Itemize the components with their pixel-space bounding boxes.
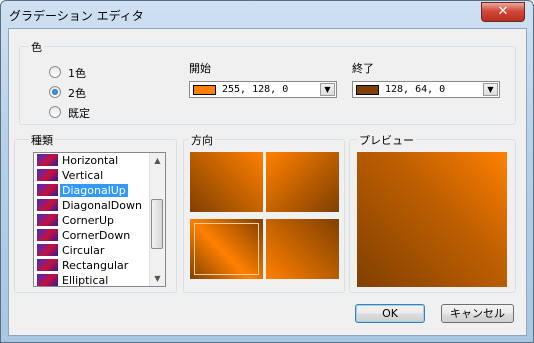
chevron-down-icon[interactable]: ▼ — [320, 83, 335, 96]
gradient-type-list[interactable]: Horizontal Vertical DiagonalUp DiagonalD… — [33, 152, 166, 287]
scrollbar-thumb[interactable] — [151, 199, 163, 249]
gradient-icon — [37, 154, 58, 166]
scroll-down-arrow-icon[interactable]: ▼ — [150, 271, 165, 286]
preview-group-label: プレビュー — [357, 132, 416, 148]
gradient-icon — [37, 229, 58, 241]
gradient-icon — [37, 244, 58, 256]
cancel-button[interactable]: キャンセル — [441, 304, 514, 323]
dialog-window: グラデーション エディタ ✕ 色 1色 2色 既定 開始 255, 128, 0… — [0, 0, 534, 343]
title-bar[interactable]: グラデーション エディタ ✕ — [1, 1, 533, 27]
kind-group-label: 種類 — [29, 132, 55, 148]
window-title: グラデーション エディタ — [9, 9, 144, 23]
close-icon: ✕ — [497, 4, 509, 19]
radio-default[interactable] — [49, 106, 61, 118]
list-item[interactable]: CornerUp — [35, 213, 151, 228]
gradient-icon — [37, 169, 58, 181]
ok-button[interactable]: OK — [355, 304, 425, 323]
end-color-value: 128, 64, 0 — [385, 84, 446, 95]
radio-one-color[interactable] — [49, 66, 61, 78]
direction-option-bottom-right[interactable] — [266, 219, 339, 279]
start-color-label: 開始 — [189, 62, 211, 75]
end-color-label: 終了 — [352, 62, 374, 75]
list-item[interactable]: Circular — [35, 243, 151, 258]
start-color-swatch — [193, 85, 216, 95]
gradient-preview — [357, 152, 507, 287]
color-group-label: 色 — [29, 39, 44, 55]
gradient-icon — [37, 184, 58, 196]
list-item[interactable]: Elliptical — [35, 273, 151, 286]
list-item[interactable]: Horizontal — [35, 153, 151, 168]
direction-option-top-left[interactable] — [190, 152, 263, 212]
gradient-icon — [37, 199, 58, 211]
radio-two-color[interactable] — [49, 86, 61, 98]
radio-two-color-label: 2色 — [68, 87, 86, 100]
end-color-swatch — [356, 85, 379, 95]
list-item[interactable]: Vertical — [35, 168, 151, 183]
direction-option-bottom-left[interactable] — [190, 219, 263, 279]
radio-default-label: 既定 — [68, 107, 90, 120]
direction-group-label: 方向 — [189, 132, 215, 148]
start-color-value: 255, 128, 0 — [222, 84, 289, 95]
list-item[interactable]: CornerDown — [35, 228, 151, 243]
gradient-icon — [37, 274, 58, 286]
close-button[interactable]: ✕ — [481, 2, 525, 22]
list-scrollbar[interactable]: ▲ ▼ — [149, 153, 165, 286]
gradient-icon — [37, 259, 58, 271]
chevron-down-icon[interactable]: ▼ — [483, 83, 498, 96]
list-item-selected[interactable]: DiagonalUp — [35, 183, 151, 198]
scroll-up-arrow-icon[interactable]: ▲ — [150, 153, 165, 168]
direction-option-top-right[interactable] — [266, 152, 339, 212]
start-color-combo[interactable]: 255, 128, 0 ▼ — [189, 81, 337, 98]
list-item[interactable]: Rectangular — [35, 258, 151, 273]
gradient-icon — [37, 214, 58, 226]
dialog-client: 色 1色 2色 既定 開始 255, 128, 0 ▼ 終了 128, 64, … — [8, 28, 527, 336]
list-item[interactable]: DiagonalDown — [35, 198, 151, 213]
selection-frame — [194, 223, 259, 275]
radio-one-color-label: 1色 — [68, 67, 86, 80]
end-color-combo[interactable]: 128, 64, 0 ▼ — [352, 81, 500, 98]
